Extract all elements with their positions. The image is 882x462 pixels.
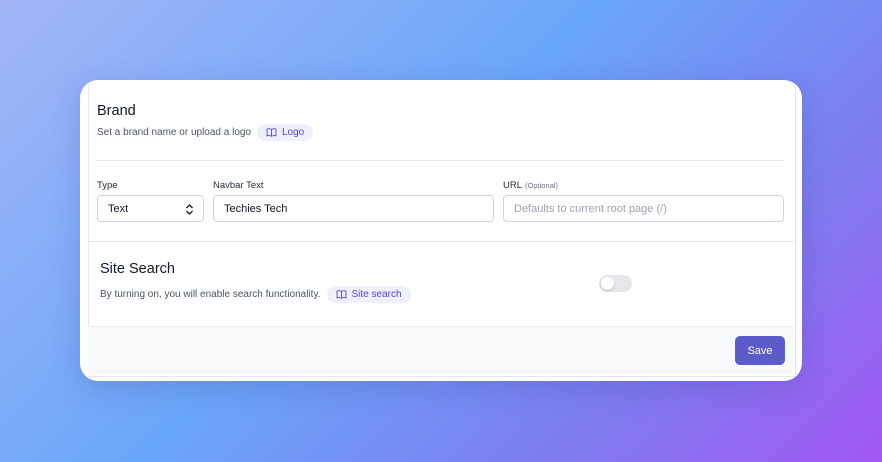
book-open-icon (266, 128, 277, 137)
url-label-row: URL (Optional) (503, 180, 558, 191)
save-button[interactable]: Save (735, 336, 785, 365)
brand-description: Set a brand name or upload a logo (97, 127, 251, 138)
navbar-text-field[interactable] (213, 195, 494, 222)
site-search-description: By turning on, you will enable search fu… (100, 289, 321, 300)
type-select-value: Text (108, 202, 129, 215)
card-footer: Save (88, 326, 794, 375)
book-open-icon (336, 290, 346, 299)
logo-pill[interactable]: Logo (257, 124, 314, 141)
brand-title: Brand (97, 103, 136, 119)
chevron-up-down-icon (186, 204, 193, 215)
site-search-title: Site Search (100, 261, 175, 277)
url-label: URL (503, 180, 523, 191)
site-search-pill-label: Site search (351, 289, 402, 300)
navbar-text-label: Navbar Text (213, 180, 264, 191)
url-field[interactable] (503, 195, 784, 222)
logo-pill-label: Logo (282, 127, 305, 138)
settings-card: Brand Set a brand name or upload a logo … (80, 80, 802, 381)
section-divider (88, 241, 794, 242)
site-search-pill[interactable]: Site search (326, 286, 411, 303)
toggle-knob (601, 277, 614, 290)
site-search-toggle[interactable] (599, 275, 632, 292)
url-input[interactable] (514, 202, 773, 215)
navbar-text-input[interactable] (224, 202, 483, 215)
type-select[interactable]: Text (97, 195, 204, 222)
brand-description-row: Set a brand name or upload a logo Logo (97, 124, 314, 141)
type-label: Type (97, 180, 118, 191)
brand-divider (97, 160, 785, 161)
url-optional: (Optional) (525, 181, 558, 190)
site-search-description-row: By turning on, you will enable search fu… (100, 286, 411, 303)
